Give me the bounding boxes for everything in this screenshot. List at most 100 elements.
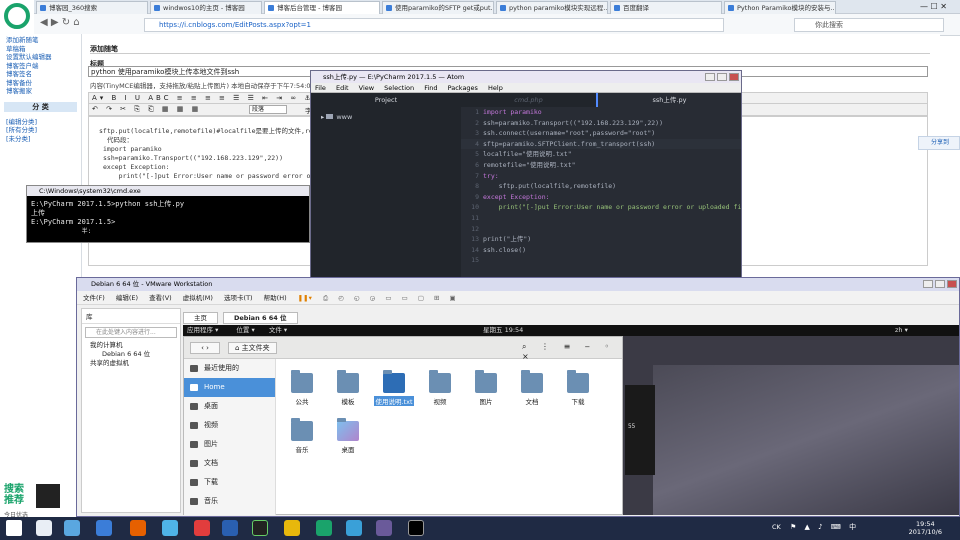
clock[interactable]: 星期五 19:54: [483, 325, 523, 336]
start-icon[interactable]: [6, 520, 22, 536]
menu-edit[interactable]: Edit: [336, 84, 349, 92]
tab-ssh-upload[interactable]: ssh上传.py: [596, 93, 741, 107]
browser-tab[interactable]: 百度翻译: [610, 1, 722, 14]
minimize-button[interactable]: [923, 280, 933, 288]
atom-titlebar[interactable]: ssh上传.py — E:\PyCharm 2017.1.5 — Atom: [311, 71, 741, 83]
back-forward-buttons[interactable]: ‹ ›: [190, 342, 220, 354]
nav-link[interactable]: 博客签名: [0, 70, 81, 79]
vmware-window[interactable]: Debian 6 64 位 - VMware Workstation 文件(F)…: [76, 277, 960, 517]
menu-view[interactable]: 查看(V): [149, 294, 172, 302]
task-view-icon[interactable]: [64, 520, 80, 536]
file-item-selected[interactable]: 使用说明.txt: [374, 370, 414, 406]
maximize-button[interactable]: [935, 280, 945, 288]
app-icon[interactable]: [222, 520, 238, 536]
browser-tab[interactable]: python paramiko模块实现远程...: [496, 1, 608, 14]
close-button[interactable]: [947, 280, 957, 288]
menu-selection[interactable]: Selection: [384, 84, 414, 92]
menu-tabs[interactable]: 选项卡(T): [224, 294, 253, 302]
atom-window[interactable]: ssh上传.py — E:\PyCharm 2017.1.5 — Atom Fi…: [310, 70, 742, 280]
vm-toolbar-icons[interactable]: ⎙ ◴ ◵ ◶ ▭ ▭ ▢ ⊞ ▣: [323, 294, 460, 302]
tab-cmd-php[interactable]: cmd.php: [461, 93, 596, 107]
guest-desktop[interactable]: 55 应用程序 ▾ 位置 ▾ 文件 ▾ 星期五 19:54 zh ▾ ‹ › ⌂…: [183, 325, 959, 515]
sidebar-item-recent[interactable]: 最近使用的: [184, 359, 275, 378]
files-menu[interactable]: 文件 ▾: [269, 326, 287, 334]
cmd-window[interactable]: C:\Windows\system32\cmd.exe E:\PyCharm 2…: [26, 185, 310, 243]
nav-link[interactable]: 添加新随笔: [0, 36, 81, 45]
chrome-icon[interactable]: [284, 520, 300, 536]
menu-packages[interactable]: Packages: [448, 84, 478, 92]
close-button[interactable]: [729, 73, 739, 81]
app-icon[interactable]: [194, 520, 210, 536]
sidebar-item-home[interactable]: Home: [184, 378, 275, 397]
tab-debian[interactable]: Debian 6 64 位: [223, 312, 298, 324]
cmd-icon[interactable]: [408, 520, 424, 536]
menu-help[interactable]: 帮助(H): [264, 294, 287, 302]
search-icon[interactable]: [36, 520, 52, 536]
menu-vm[interactable]: 虚拟机(M): [183, 294, 213, 302]
library-search-input[interactable]: 在此处键入内容进行...: [85, 327, 177, 338]
format-buttons-2[interactable]: ↶ ↷ ✂ ⎘ ⎗ ▦ ▦ ▦: [89, 105, 201, 113]
share-button[interactable]: 分享到: [918, 136, 960, 150]
tree-folder[interactable]: ▸ www: [311, 107, 461, 121]
category-link[interactable]: [未分类]: [0, 135, 81, 144]
tree-vm-debian[interactable]: Debian 6 64 位: [82, 350, 180, 359]
tree-my-computer[interactable]: 我的计算机: [82, 341, 180, 350]
maximize-button[interactable]: [717, 73, 727, 81]
search-input[interactable]: 你此搜索: [794, 18, 944, 32]
nav-link[interactable]: 草稿箱: [0, 45, 81, 54]
places-menu[interactable]: 位置 ▾: [236, 326, 254, 334]
app-icon[interactable]: [346, 520, 362, 536]
vmware-titlebar[interactable]: Debian 6 64 位 - VMware Workstation: [77, 278, 959, 291]
nav-buttons[interactable]: ◀ ▶ ↻ ⌂: [40, 17, 80, 28]
taskbar-clock[interactable]: 19:54 2017/10/6: [909, 520, 942, 536]
file-item[interactable]: 视频: [420, 370, 460, 406]
menu-file[interactable]: File: [315, 84, 326, 92]
file-item[interactable]: 公共: [282, 370, 322, 406]
applications-menu[interactable]: 应用程序 ▾: [187, 326, 218, 334]
browser-icon[interactable]: [316, 520, 332, 536]
firefox-icon[interactable]: [130, 520, 146, 536]
sidebar-item-music[interactable]: 音乐: [184, 492, 275, 511]
menu-view[interactable]: View: [359, 84, 374, 92]
browser-tab[interactable]: 博客园_360搜索: [36, 1, 148, 14]
file-item[interactable]: 桌面: [328, 418, 368, 454]
location-button[interactable]: ⌂ 主文件夹: [228, 342, 277, 354]
category-link[interactable]: [编辑分类]: [0, 118, 81, 127]
app-icon[interactable]: [162, 520, 178, 536]
sidebar-item-pictures[interactable]: 图片: [184, 435, 275, 454]
tab-project[interactable]: Project: [311, 93, 461, 107]
category-link[interactable]: [所有分类]: [0, 126, 81, 135]
nav-link[interactable]: 博客签户端: [0, 62, 81, 71]
tray-icons[interactable]: ⚑ ▲ ♪ ⌨ 中: [790, 522, 859, 532]
minimize-button[interactable]: [705, 73, 715, 81]
file-item[interactable]: 图片: [466, 370, 506, 406]
menu-file[interactable]: 文件(F): [83, 294, 105, 302]
file-explorer-icon[interactable]: [96, 520, 112, 536]
menu-help[interactable]: Help: [488, 84, 503, 92]
browser-tab[interactable]: windwos10的主页 - 博客园: [150, 1, 262, 14]
nav-link[interactable]: 设置默认编辑器: [0, 53, 81, 62]
language-indicator[interactable]: zh ▾: [895, 325, 908, 336]
browser-tab[interactable]: Python Paramiko模块的安装与...: [724, 1, 836, 14]
sidebar-item-desktop[interactable]: 桌面: [184, 397, 275, 416]
file-item[interactable]: 音乐: [282, 418, 322, 454]
format-select[interactable]: 段落: [249, 105, 287, 114]
sidebar-item-documents[interactable]: 文档: [184, 454, 275, 473]
menu-find[interactable]: Find: [424, 84, 437, 92]
file-item[interactable]: 下载: [558, 370, 598, 406]
cmd-titlebar[interactable]: C:\Windows\system32\cmd.exe: [27, 186, 309, 196]
sidebar-item-downloads[interactable]: 下载: [184, 473, 275, 492]
sidebar-item-videos[interactable]: 视频: [184, 416, 275, 435]
window-controls[interactable]: — ☐ ✕: [920, 2, 947, 11]
nav-link[interactable]: 博客搬家: [0, 87, 81, 96]
browser-logo-icon[interactable]: [0, 0, 34, 34]
browser-tab-active[interactable]: 博客后台管理 - 博客园: [264, 1, 380, 14]
tab-home[interactable]: 主页: [183, 312, 218, 324]
nautilus-window[interactable]: ‹ › ⌂ 主文件夹 ⌕ ⋮ ≡ ‒ ◦ × 最近使用的 Home 桌面 视频 …: [183, 336, 623, 515]
menu-edit[interactable]: 编辑(E): [116, 294, 138, 302]
nav-link[interactable]: 博客备份: [0, 79, 81, 88]
file-item[interactable]: 模板: [328, 370, 368, 406]
file-item[interactable]: 文档: [512, 370, 552, 406]
url-input[interactable]: https://i.cnblogs.com/EditPosts.aspx?opt…: [144, 18, 724, 32]
browser-tab[interactable]: 使用paramiko的SFTP get或put...: [382, 1, 494, 14]
